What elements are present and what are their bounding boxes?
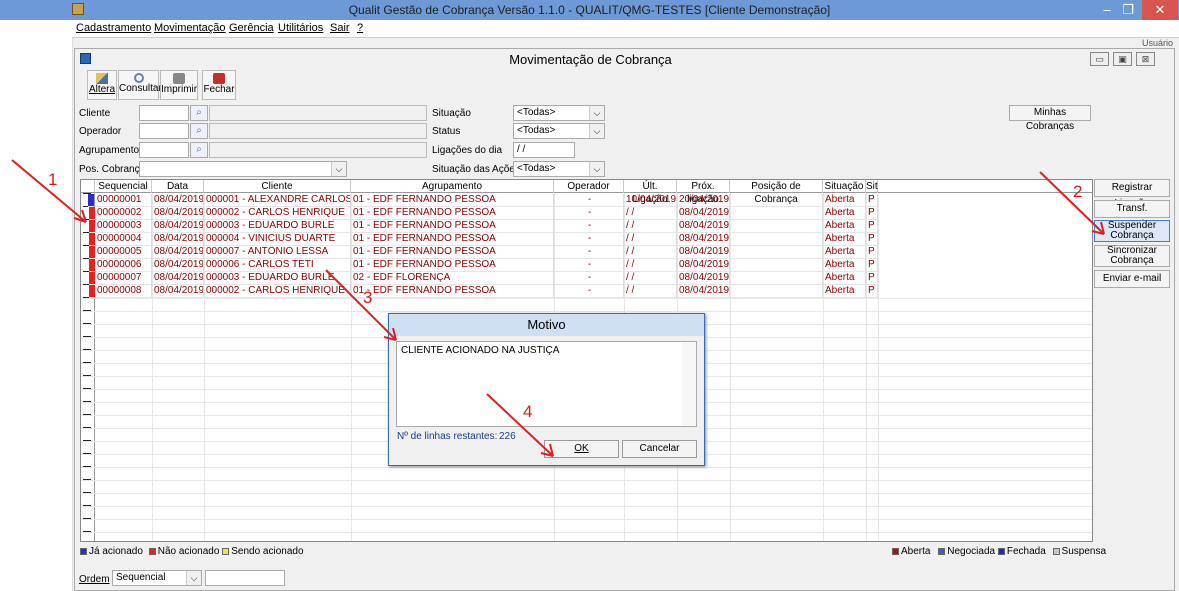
annotation-4: 4 <box>523 402 533 421</box>
annotation-3: 3 <box>363 288 373 307</box>
arrow-2 <box>1039 171 1105 235</box>
arrow-4 <box>486 393 554 457</box>
annotation-arrows <box>11 159 1105 457</box>
annotation-2: 2 <box>1073 182 1083 201</box>
arrow-3 <box>325 269 397 341</box>
annotation-1: 1 <box>48 170 58 189</box>
